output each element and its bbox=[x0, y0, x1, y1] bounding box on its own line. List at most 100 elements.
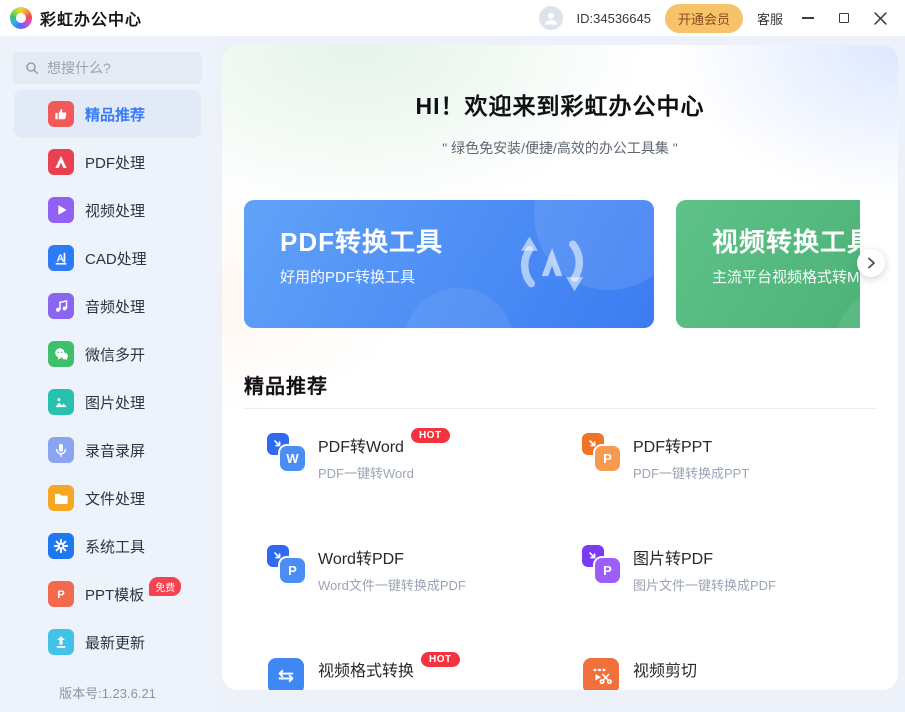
upload-icon bbox=[48, 629, 74, 655]
close-button[interactable] bbox=[869, 7, 891, 29]
user-avatar[interactable] bbox=[539, 6, 563, 30]
maximize-icon bbox=[839, 13, 849, 23]
sidebar-item-label: PDF处理 bbox=[85, 152, 145, 173]
feature-desc: PDF一键转Word bbox=[318, 463, 450, 482]
sidebar-item-4[interactable]: A CAD处理 bbox=[14, 234, 201, 282]
wechat-icon bbox=[48, 341, 74, 367]
welcome-subtitle: " 绿色免安装/便捷/高效的办公工具集 " bbox=[222, 138, 898, 158]
feature-desc: 视频一键剪切，方便快捷 bbox=[633, 687, 776, 690]
svg-text:A: A bbox=[56, 252, 64, 264]
pdf-icon bbox=[48, 149, 74, 175]
feature-item-2[interactable]: P PDF转PPT PDF一键转换成PPT bbox=[582, 433, 897, 481]
sidebar-item-label: PPT模板 bbox=[85, 584, 144, 605]
support-button[interactable]: 客服 bbox=[757, 9, 783, 28]
section-divider bbox=[244, 408, 876, 409]
banner-subtitle: 好用的PDF转换工具 bbox=[280, 266, 415, 287]
sidebar-item-2[interactable]: PDF处理 bbox=[14, 138, 201, 186]
titlebar: 彩虹办公中心 ID:34536645 开通会员 客服 bbox=[0, 0, 905, 36]
cad-icon: A bbox=[48, 245, 74, 271]
pdf-to-ppt-icon: P bbox=[582, 433, 620, 471]
feature-item-3[interactable]: P Word转PDF Word文件一键转换成PDF bbox=[267, 545, 582, 593]
feature-name: PDF转Word bbox=[318, 433, 404, 457]
image-to-pdf-icon: P bbox=[582, 545, 620, 583]
feature-name: Word转PDF bbox=[318, 545, 404, 569]
feature-desc: Word文件一键转换成PDF bbox=[318, 575, 466, 594]
sidebar-item-label: 系统工具 bbox=[85, 536, 145, 557]
sidebar-item-label: 视频处理 bbox=[85, 200, 145, 221]
sidebar-item-3[interactable]: 视频处理 bbox=[14, 186, 201, 234]
sidebar-item-label: 微信多开 bbox=[85, 344, 145, 365]
svg-text:P: P bbox=[57, 589, 65, 601]
word-to-pdf-icon: P bbox=[267, 545, 305, 583]
minimize-icon bbox=[802, 17, 814, 19]
feature-item-4[interactable]: P 图片转PDF 图片文件一键转换成PDF bbox=[582, 545, 897, 593]
gear-icon bbox=[48, 533, 74, 559]
app-title: 彩虹办公中心 bbox=[40, 6, 142, 30]
sidebar-item-10[interactable]: 系统工具 bbox=[14, 522, 201, 570]
hot-badge: HOT bbox=[411, 428, 450, 443]
sidebar-item-12[interactable]: 最新更新 bbox=[14, 618, 201, 666]
sidebar-item-7[interactable]: 图片处理 bbox=[14, 378, 201, 426]
feature-name: PDF转PPT bbox=[633, 433, 712, 457]
search-box[interactable] bbox=[13, 52, 202, 84]
sidebar-item-label: 图片处理 bbox=[85, 392, 145, 413]
thumbs-up-icon bbox=[48, 101, 74, 127]
sidebar-item-label: 音频处理 bbox=[85, 296, 145, 317]
play-icon bbox=[48, 197, 74, 223]
mic-icon bbox=[48, 437, 74, 463]
chevron-right-icon bbox=[867, 257, 876, 269]
sidebar-item-6[interactable]: 微信多开 bbox=[14, 330, 201, 378]
banner-title: 视频转换工具 bbox=[712, 222, 860, 259]
feature-item-6[interactable]: 视频剪切视频一键剪切，方便快捷 bbox=[582, 657, 897, 690]
pdf-to-word-icon: W bbox=[267, 433, 305, 471]
banner-carousel: PDF转换工具好用的PDF转换工具视频转换工具主流平台视频格式转MP4 bbox=[244, 200, 860, 328]
feature-desc: PDF一键转换成PPT bbox=[633, 463, 749, 482]
feature-item-5[interactable]: 视频格式转换HOT常规视频格式之间互转 bbox=[267, 657, 582, 690]
feature-desc: 常规视频格式之间互转 bbox=[318, 687, 460, 690]
sidebar-item-label: 精品推荐 bbox=[85, 104, 145, 125]
person-icon bbox=[541, 8, 561, 28]
hot-badge: HOT bbox=[421, 652, 460, 667]
ppt-icon: P bbox=[48, 581, 74, 607]
feature-grid: W PDF转Word HOT PDF一键转Word P PDF转PPT PDF一键转换成PP… bbox=[267, 433, 897, 690]
user-id: ID:34536645 bbox=[577, 11, 651, 26]
maximize-button[interactable] bbox=[833, 7, 855, 29]
sidebar-item-9[interactable]: 文件处理 bbox=[14, 474, 201, 522]
banner-title: PDF转换工具 bbox=[280, 222, 443, 259]
search-icon bbox=[24, 60, 40, 76]
feature-desc: 图片文件一键转换成PDF bbox=[633, 575, 776, 594]
music-icon bbox=[48, 293, 74, 319]
minimize-button[interactable] bbox=[797, 7, 819, 29]
video-cut-icon bbox=[582, 657, 620, 690]
sidebar-item-1[interactable]: 精品推荐 bbox=[14, 90, 201, 138]
folder-icon bbox=[48, 485, 74, 511]
close-icon bbox=[874, 12, 887, 25]
feature-item-1[interactable]: WPDF转WordHOTPDF一键转Word bbox=[267, 433, 582, 481]
search-input[interactable] bbox=[47, 60, 177, 76]
carousel-next-button[interactable] bbox=[857, 249, 885, 277]
section-title: 精品推荐 bbox=[244, 370, 328, 399]
free-badge: 免费 bbox=[149, 577, 181, 596]
feature-name: 视频格式转换 bbox=[318, 657, 414, 681]
image-icon bbox=[48, 389, 74, 415]
sidebar-item-8[interactable]: 录音录屏 bbox=[14, 426, 201, 474]
sidebar-item-label: 文件处理 bbox=[85, 488, 145, 509]
app-logo-icon bbox=[10, 7, 32, 29]
banner-1[interactable]: PDF转换工具好用的PDF转换工具 bbox=[244, 200, 654, 328]
sidebar-item-11[interactable]: P PPT模板免费 bbox=[14, 570, 201, 618]
sidebar-item-label: 最新更新 bbox=[85, 632, 145, 653]
main-content: HI！欢迎来到彩虹办公中心 " 绿色免安装/便捷/高效的办公工具集 " PDF转… bbox=[222, 45, 898, 690]
sidebar-item-5[interactable]: 音频处理 bbox=[14, 282, 201, 330]
sidebar-item-label: CAD处理 bbox=[85, 248, 147, 269]
open-vip-button[interactable]: 开通会员 bbox=[665, 4, 743, 33]
sidebar: 精品推荐 PDF处理视频处理 A CAD处理音频处理微信多开图片处理录音录屏文件处理系… bbox=[0, 36, 215, 712]
pdf-refresh-icon bbox=[498, 216, 606, 310]
sidebar-menu: 精品推荐 PDF处理视频处理 A CAD处理音频处理微信多开图片处理录音录屏文件处理系… bbox=[0, 90, 215, 666]
version-label: 版本号:1.23.6.21 bbox=[0, 683, 215, 702]
banner-2[interactable]: 视频转换工具主流平台视频格式转MP4 bbox=[676, 200, 860, 328]
feature-name: 图片转PDF bbox=[633, 545, 713, 569]
sidebar-item-label: 录音录屏 bbox=[85, 440, 145, 461]
video-convert-icon bbox=[267, 657, 305, 690]
welcome-title: HI！欢迎来到彩虹办公中心 bbox=[222, 87, 898, 121]
feature-name: 视频剪切 bbox=[633, 657, 697, 681]
